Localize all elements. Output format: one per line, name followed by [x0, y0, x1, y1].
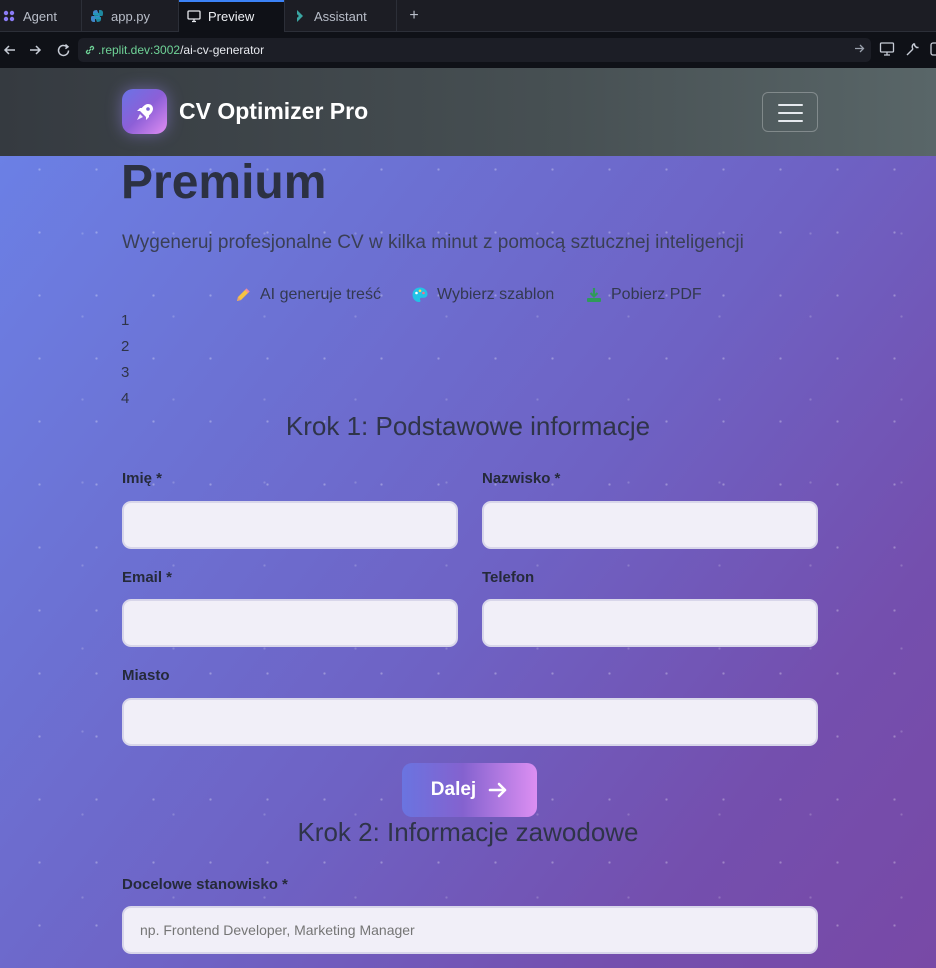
- browser-tab-bar: Agent app.py Preview Assistant +: [0, 0, 936, 32]
- feature-label: AI generuje treść: [260, 286, 381, 303]
- phone-label: Telefon: [482, 569, 535, 586]
- hamburger-menu-button[interactable]: [762, 92, 818, 132]
- assistant-icon: [295, 10, 303, 22]
- palette-icon: [412, 287, 428, 302]
- feature-label: Wybierz szablon: [437, 286, 555, 303]
- page-viewport: CV Optimizer Pro Premium Wygeneruj profe…: [0, 68, 936, 968]
- phone-field[interactable]: [482, 599, 818, 647]
- wrench-icon[interactable]: [905, 41, 923, 59]
- reload-icon[interactable]: [53, 40, 73, 60]
- next-button-label: Dalej: [430, 779, 477, 800]
- logo[interactable]: [122, 89, 167, 134]
- next-button[interactable]: Dalej: [402, 763, 537, 817]
- step-indicator-2[interactable]: 2: [121, 338, 129, 355]
- tab-app-py[interactable]: app.py: [82, 0, 179, 32]
- first-name-field[interactable]: [122, 501, 458, 549]
- feature-label: Pobierz PDF: [611, 286, 702, 303]
- step1-title: Krok 1: Podstawowe informacje: [285, 411, 651, 441]
- tab-assistant[interactable]: Assistant: [285, 0, 397, 32]
- python-file-icon: [91, 10, 103, 22]
- url-path: /ai-cv-generator: [180, 43, 265, 57]
- forward-icon[interactable]: [25, 40, 45, 60]
- page-title: Premium: [121, 156, 327, 209]
- rocket-icon: [136, 103, 153, 120]
- hamburger-menu-icon: [778, 104, 803, 106]
- tab-agent[interactable]: Agent: [0, 0, 82, 32]
- url-go-icon[interactable]: [854, 42, 865, 57]
- step-indicator-4[interactable]: 4: [121, 390, 129, 407]
- brand-name[interactable]: CV Optimizer Pro: [179, 98, 368, 125]
- devices-icon[interactable]: [879, 41, 897, 59]
- more-icon[interactable]: [930, 41, 936, 59]
- city-label: Miasto: [122, 667, 170, 684]
- tab-label: Agent: [23, 8, 57, 24]
- step-indicator-1[interactable]: 1: [121, 312, 129, 329]
- last-name-label: Nazwisko *: [482, 470, 561, 487]
- site-header: CV Optimizer Pro: [0, 68, 936, 156]
- last-name-field[interactable]: [482, 501, 818, 549]
- step-indicator-3[interactable]: 3: [121, 364, 129, 381]
- url-field[interactable]: .replit.dev:3002/ai-cv-generator: [78, 38, 871, 62]
- tab-label: app.py: [111, 8, 151, 24]
- arrow-right-icon: [488, 782, 507, 798]
- page-subtitle: Wygeneruj profesjonalne CV w kilka minut…: [122, 232, 744, 253]
- feature-choose-template: Wybierz szablon: [411, 286, 554, 304]
- tab-preview[interactable]: Preview: [179, 0, 285, 32]
- new-tab-button[interactable]: +: [404, 5, 424, 27]
- back-icon[interactable]: [0, 40, 20, 60]
- first-name-label: Imię *: [122, 470, 163, 487]
- hamburger-line: [778, 120, 803, 122]
- download-icon: [587, 288, 601, 302]
- tab-label: Assistant: [314, 8, 367, 24]
- target-position-label: Docelowe stanowisko *: [122, 876, 288, 893]
- feature-download-pdf: Pobierz PDF: [585, 286, 702, 304]
- feature-ai-content: AI generuje treść: [234, 286, 381, 304]
- agent-icon: [3, 10, 15, 22]
- email-field[interactable]: [122, 599, 458, 647]
- email-label: Email *: [122, 569, 173, 586]
- link-icon: [85, 45, 95, 55]
- monitor-icon: [187, 10, 201, 23]
- hamburger-line: [778, 112, 803, 114]
- city-field[interactable]: [122, 698, 818, 746]
- pencil-icon: [237, 288, 250, 301]
- target-position-field[interactable]: [122, 906, 818, 954]
- tab-label: Preview: [208, 8, 255, 24]
- address-row: .replit.dev:3002/ai-cv-generator: [0, 32, 936, 68]
- url-host: .replit.dev:3002: [98, 43, 181, 57]
- step2-title: Krok 2: Informacje zawodowe: [297, 817, 639, 847]
